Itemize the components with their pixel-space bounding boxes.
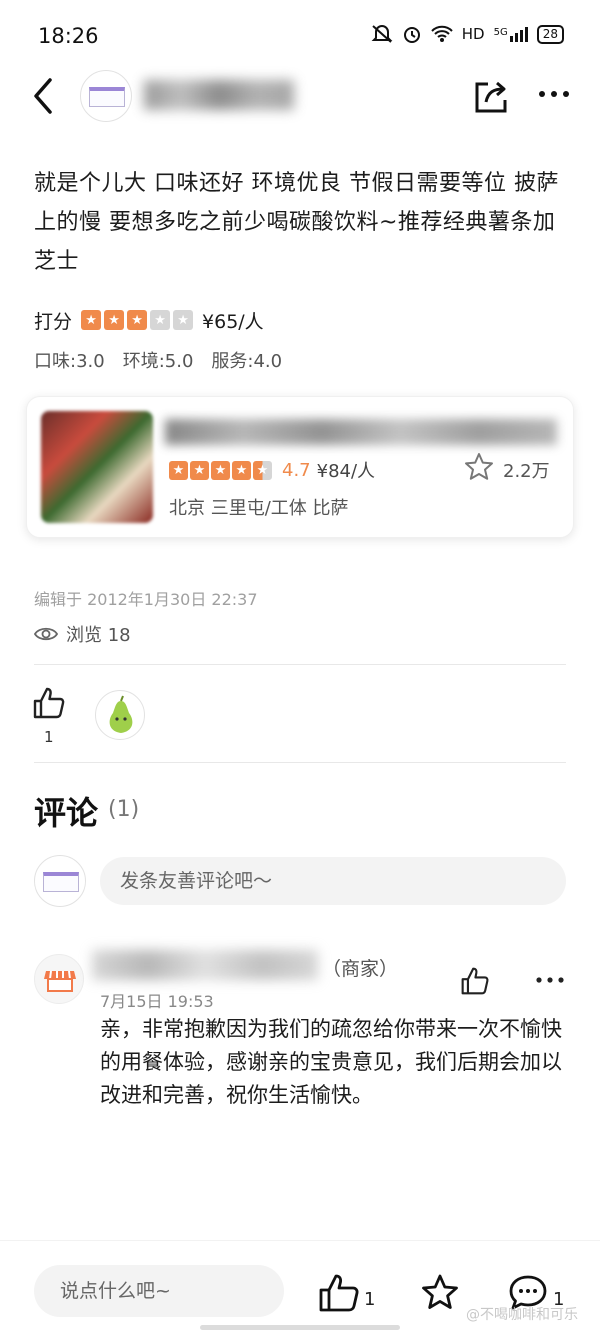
shop-name-blurred xyxy=(165,419,557,445)
star-filled-icon: ★ xyxy=(127,310,148,330)
taste-score: 口味:3.0 xyxy=(34,351,105,372)
wifi-icon xyxy=(431,25,453,42)
author-name-blurred[interactable] xyxy=(144,80,294,110)
pear-avatar-image xyxy=(109,695,133,733)
author-avatar[interactable] xyxy=(80,70,132,122)
merchant-tag: （商家） xyxy=(322,958,399,980)
star-filled-icon: ★ xyxy=(81,310,102,330)
rating-row: 打分 ★ ★ ★ ★ ★ ¥65/人 xyxy=(34,305,264,335)
battery-icon: 28 xyxy=(536,24,564,44)
back-arrow-icon[interactable] xyxy=(28,76,58,116)
comments-title: 评论 xyxy=(34,794,99,832)
sub-scores: 口味:3.0 环境:5.0 服务:4.0 xyxy=(34,347,282,373)
star-half-icon: ★ xyxy=(253,460,272,480)
shop-price: ¥84/人 xyxy=(316,461,376,482)
merchant-name-blurred[interactable] xyxy=(92,950,318,980)
comment-date: 7月15日 19:53 xyxy=(100,992,214,1011)
star-filled-icon: ★ xyxy=(104,310,125,330)
shop-card[interactable]: ★ ★ ★ ★ ★ 4.7 ¥84/人 2.2万 北京 三里屯/工体 比萨 xyxy=(26,396,574,538)
star-empty-icon: ★ xyxy=(173,310,194,330)
star-filled-icon: ★ xyxy=(169,460,188,480)
mute-icon xyxy=(371,25,393,43)
merchant-avatar[interactable] xyxy=(34,954,84,1004)
star-filled-icon: ★ xyxy=(211,460,230,480)
star-filled-icon: ★ xyxy=(232,460,251,480)
my-avatar xyxy=(34,855,86,907)
star-filled-icon: ★ xyxy=(190,460,209,480)
environment-score: 环境:5.0 xyxy=(122,351,194,372)
top-nav xyxy=(0,70,600,126)
divider xyxy=(34,762,566,763)
service-score: 服务:4.0 xyxy=(211,351,283,372)
edited-time: 编辑于 2012年1月30日 22:37 xyxy=(34,590,258,609)
comment-text: 亲，非常抱歉因为我们的疏忽给你带来一次不愉快的用餐体验，感谢亲的宝贵意见，我们后… xyxy=(100,1017,562,1107)
eye-icon xyxy=(34,627,58,641)
thumbs-up-icon[interactable] xyxy=(460,966,490,996)
alarm-icon xyxy=(403,27,420,43)
star-empty-icon: ★ xyxy=(150,310,171,330)
shop-stars: ★ ★ ★ ★ ★ xyxy=(169,460,272,480)
more-icon[interactable] xyxy=(536,84,572,104)
views: 浏览 18 xyxy=(34,621,131,647)
store-icon xyxy=(44,970,76,992)
divider xyxy=(34,664,566,665)
review-price: ¥65/人 xyxy=(202,310,264,333)
signal-label: 5G xyxy=(493,26,508,38)
star-outline-icon[interactable] xyxy=(463,451,495,483)
shop-thumbnail xyxy=(41,411,153,523)
liker-avatar[interactable] xyxy=(95,690,145,740)
comment-input[interactable]: 发条友善评论吧～ xyxy=(100,857,566,905)
status-icons: HD 5G 28 xyxy=(371,24,564,44)
network-type: HD xyxy=(461,25,485,43)
avatar-sticker-image xyxy=(89,87,125,107)
shop-location: 北京 三里屯/工体 比萨 xyxy=(169,498,349,519)
status-time: 18:26 xyxy=(38,24,99,48)
like-count: 1 xyxy=(44,728,54,746)
views-count: 浏览 18 xyxy=(66,625,131,646)
comments-count: (1) xyxy=(108,797,140,822)
favorite-count: 2.2万 xyxy=(503,461,550,482)
signal-icon: 5G xyxy=(493,26,528,42)
shop-score: 4.7 xyxy=(282,459,311,481)
status-bar: 18:26 HD 5G 28 xyxy=(0,0,600,70)
review-text: 就是个儿大 口味还好 环境优良 节假日需要等位 披萨上的慢 要想多吃之前少喝碳酸… xyxy=(34,171,559,274)
say-something-input[interactable]: 说点什么吧~ xyxy=(34,1265,284,1317)
review-stars: ★ ★ ★ ★ ★ xyxy=(81,310,194,330)
watermark: @不喝咖啡和可乐 xyxy=(466,1307,578,1323)
rating-label: 打分 xyxy=(34,310,73,333)
more-icon[interactable] xyxy=(534,972,566,988)
avatar-sticker-image xyxy=(43,872,79,892)
thumbs-up-icon xyxy=(33,687,65,719)
home-indicator[interactable] xyxy=(200,1325,400,1330)
bottom-like-count: 1 xyxy=(364,1289,376,1310)
shop-rating: ★ ★ ★ ★ ★ 4.7 ¥84/人 xyxy=(169,457,375,483)
like-button[interactable]: 1 xyxy=(32,686,68,746)
thumbs-up-icon[interactable] xyxy=(318,1273,360,1313)
star-outline-icon[interactable] xyxy=(420,1273,460,1313)
share-icon[interactable] xyxy=(472,78,510,116)
